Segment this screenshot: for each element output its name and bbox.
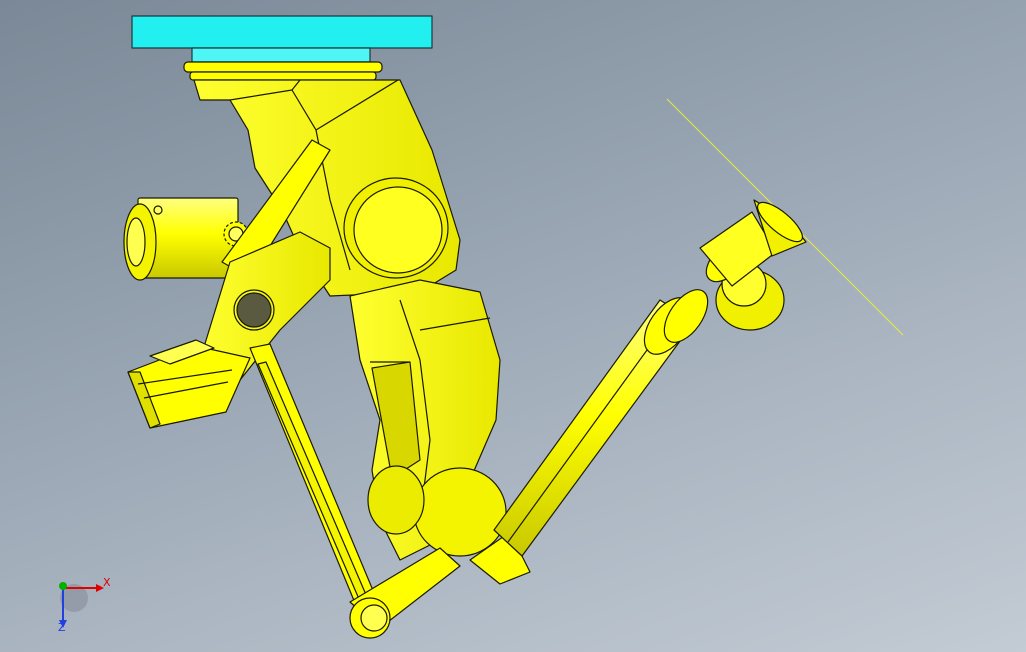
lower-pivot-pin bbox=[360, 604, 388, 632]
elbow-joint[interactable] bbox=[413, 467, 507, 557]
mounting-plate[interactable] bbox=[131, 15, 433, 49]
side-motor[interactable] bbox=[123, 197, 239, 281]
wrist-joint[interactable] bbox=[699, 196, 808, 331]
mounting-plate-hub[interactable] bbox=[191, 47, 371, 63]
shoulder-joint-cap[interactable] bbox=[353, 186, 443, 274]
elbow-joint-side[interactable] bbox=[367, 465, 425, 535]
axis-x-label: X bbox=[103, 576, 111, 589]
tool-arm-hole[interactable] bbox=[236, 292, 272, 328]
graphics-viewport[interactable]: X Z bbox=[0, 0, 1026, 652]
base-flange[interactable] bbox=[183, 61, 383, 81]
axis-z-label: Z bbox=[58, 621, 66, 634]
slotted-link[interactable] bbox=[249, 343, 383, 621]
robot-arm-model[interactable] bbox=[0, 0, 1026, 652]
